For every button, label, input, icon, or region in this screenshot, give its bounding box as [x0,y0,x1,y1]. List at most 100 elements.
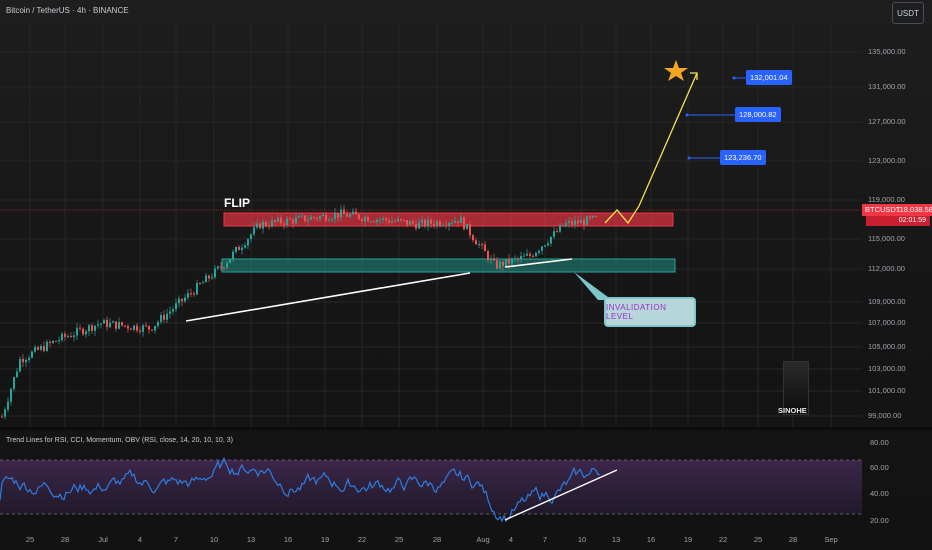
date-tick: 25 [394,535,404,544]
candle-body [16,371,18,378]
candle-body [496,260,498,269]
candle-body [169,311,171,314]
candle-body [178,298,180,304]
trendline-long [185,272,471,322]
date-tick: 28 [432,535,442,544]
candle-body [325,214,327,221]
candle-body [184,297,186,302]
candle-body [481,244,483,246]
date-tick: 19 [320,535,330,544]
trading-chart-app: Bitcoin / TetherUS · 4h · BINANCE USDT 1… [0,0,932,550]
candle-body [250,234,252,240]
candle-body [319,216,321,219]
candle-body [520,255,522,259]
candle-body [391,221,393,223]
candle-body [85,331,87,335]
candle-body [358,214,360,219]
candle-body [586,216,588,226]
candle-body [403,219,405,221]
candle-body [442,225,444,227]
candle-body [328,220,330,222]
date-tick: 13 [246,535,256,544]
candle-body [148,325,150,330]
date-tick: Aug [476,535,490,544]
chart-canvas[interactable] [0,0,932,550]
candle-body [64,333,66,337]
candle-body [145,325,147,327]
candle-body [166,313,168,320]
invalidation-callout: INVALIDATION LEVEL [604,297,696,327]
candle-body [154,325,156,331]
date-tick: 4 [508,535,514,544]
date-tick: Sep [824,535,838,544]
candle-body [106,319,108,328]
candle-body [493,258,495,261]
candle-body [271,220,273,227]
candle-body [133,325,135,330]
candle-body [580,219,582,224]
candle-body [583,219,585,226]
candle-body [340,209,342,218]
candle-body [244,245,246,248]
candle-body [478,244,480,246]
date-tick: 4 [137,535,143,544]
price-tick: 107,000.00 [868,318,906,327]
candle-body [361,218,363,222]
candle-body [238,246,240,251]
candle-body [310,216,312,220]
date-tick: 13 [611,535,621,544]
rsi-tick: 80.00 [870,438,889,447]
candle-body [22,358,24,363]
candle-body [385,218,387,221]
candle-body [13,377,15,389]
rsi-tick: 40.00 [870,489,889,498]
candle-body [538,250,540,253]
candle-body [136,325,138,331]
candle-body [43,346,45,351]
candle-body [472,235,474,241]
price-tick: 131,000.00 [868,82,906,91]
candle-body [421,219,423,223]
date-tick: 22 [357,535,367,544]
candle-body [415,223,417,229]
date-tick: Jul [98,535,108,544]
candle-body [412,221,414,224]
candle-body [286,218,288,225]
candle-body [67,336,69,338]
candle-body [94,325,96,331]
candle-body [382,218,384,220]
candle-body [331,219,333,221]
current-price-badge: BTCUSDT 118,038.58 [862,204,932,216]
candle-body [370,221,372,223]
candle-body [274,220,276,222]
candle-body [511,258,513,264]
price-tick: 109,000.00 [868,297,906,306]
candle-body [523,255,525,257]
candle-body [418,222,420,229]
price-tick: 101,000.00 [868,386,906,395]
candle-body [460,217,462,223]
candle-body [451,222,453,224]
candle-body [151,329,153,331]
candle-body [211,277,213,279]
candle-body [28,357,30,360]
candle-body [508,258,510,264]
candle-body [112,321,114,323]
candle-body [304,215,306,222]
candle-body [163,315,165,320]
candle-body [529,253,531,256]
price-tick: 103,000.00 [868,364,906,373]
candle-body [343,209,345,214]
rsi-indicator-title[interactable]: Trend Lines for RSI, CCI, Momentum, OBV … [6,437,233,444]
candle-body [559,225,561,232]
candle-body [553,231,555,237]
rsi-tick: 20.00 [870,516,889,525]
candle-body [556,231,558,233]
candle-body [235,246,237,252]
candle-body [283,223,285,225]
target-label-3: 123,236.70 [720,150,766,165]
candle-body [262,222,264,229]
rsi-tick: 60.00 [870,463,889,472]
price-tick: 115,000.00 [868,234,905,243]
candle-body [10,388,12,402]
